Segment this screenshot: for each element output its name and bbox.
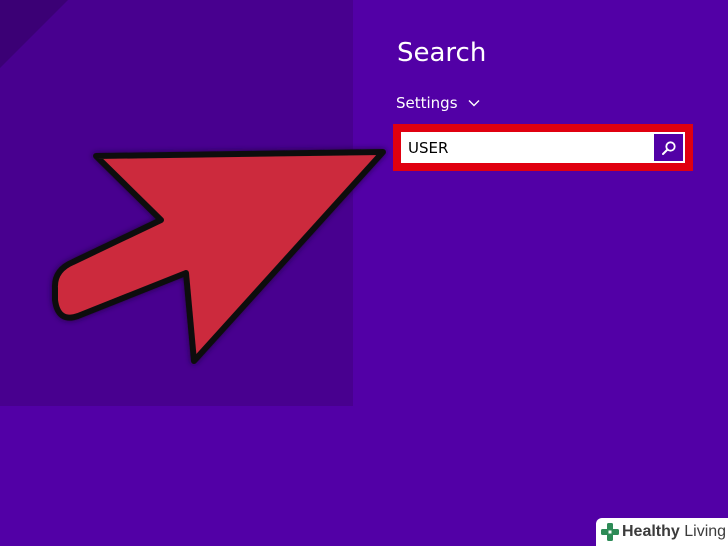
search-highlight-box	[393, 124, 693, 171]
search-box	[401, 132, 685, 163]
scope-dropdown[interactable]: Settings	[396, 92, 480, 114]
watermark: Healthy Living	[596, 518, 728, 546]
search-input[interactable]	[401, 133, 654, 162]
health-cross-icon	[601, 523, 619, 541]
charm-title: Search	[397, 38, 487, 68]
search-icon	[661, 140, 676, 155]
chevron-down-icon	[468, 100, 480, 107]
start-screen-area	[0, 0, 353, 406]
scope-label: Settings	[396, 94, 458, 112]
watermark-text: Healthy Living	[622, 523, 727, 540]
search-button[interactable]	[654, 134, 683, 161]
corner-decoration	[0, 0, 68, 68]
